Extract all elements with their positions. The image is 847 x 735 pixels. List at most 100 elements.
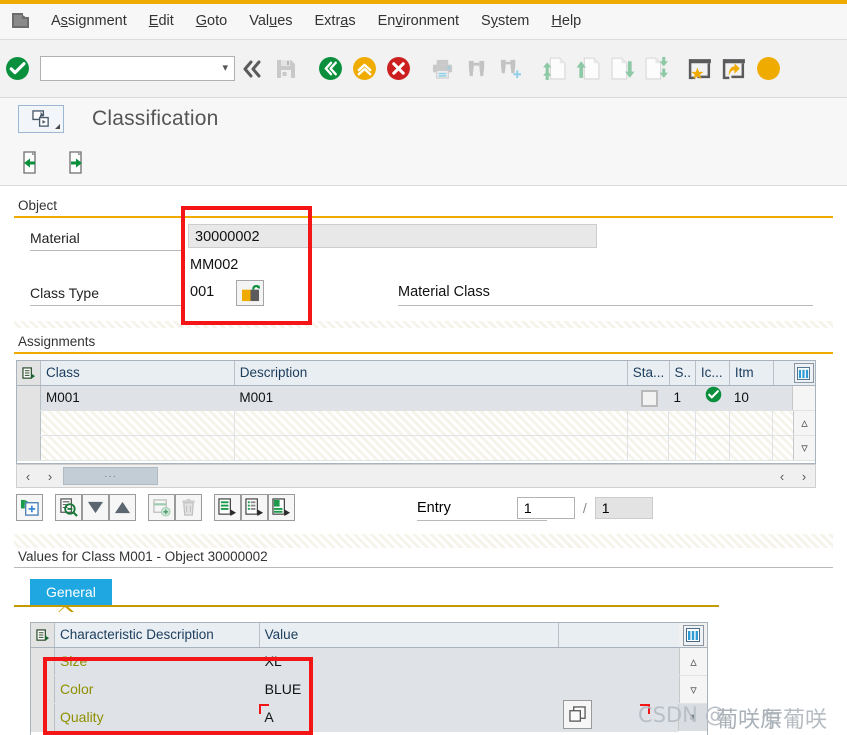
hscroll-page-left-button[interactable]: ‹: [771, 469, 793, 484]
list-detail3-icon[interactable]: [268, 494, 295, 521]
class-type-value[interactable]: 001: [190, 284, 214, 300]
command-field-input[interactable]: [41, 58, 206, 79]
values-cell-characteristic[interactable]: Color: [55, 676, 260, 703]
material-input[interactable]: 30000002: [188, 224, 597, 248]
collapse-left-icon[interactable]: [237, 54, 267, 84]
table-row[interactable]: Size XL ▵: [31, 648, 707, 676]
values-scroll-up-button[interactable]: ▵: [679, 648, 707, 675]
assignments-row-selector[interactable]: [17, 436, 41, 460]
cancel-icon[interactable]: [383, 54, 413, 84]
values-row-selector[interactable]: [31, 648, 55, 675]
values-select-all-icon[interactable]: [31, 623, 55, 647]
command-field[interactable]: ▾: [40, 56, 235, 81]
material-description: MM002: [190, 257, 239, 273]
assignments-col-itm[interactable]: Itm: [730, 361, 774, 385]
previous-page-icon[interactable]: [573, 54, 603, 84]
menu-edit[interactable]: Edit: [138, 4, 185, 39]
assignments-cell-status[interactable]: [626, 386, 669, 410]
expand-value-icon[interactable]: [563, 700, 592, 729]
hscroll-left-button[interactable]: ‹: [17, 469, 39, 484]
assignments-cell-class[interactable]: M001: [41, 386, 235, 410]
table-row[interactable]: M001 M001 1 10: [17, 386, 815, 411]
values-cell-value[interactable]: XL: [259, 648, 560, 675]
values-col-value[interactable]: Value: [260, 623, 560, 647]
assignments-cell-description[interactable]: M001: [234, 386, 627, 410]
entry-current-input[interactable]: 1: [516, 496, 575, 519]
menu-assignment[interactable]: Assignment: [40, 4, 138, 39]
values-cell-characteristic[interactable]: Size: [55, 648, 260, 675]
find-next-icon[interactable]: [495, 54, 525, 84]
application-toolbar: [0, 140, 847, 186]
values-tabstrip-divider: [14, 605, 719, 607]
create-shortcut-icon[interactable]: [719, 54, 749, 84]
chevron-down-icon[interactable]: ▾: [222, 61, 228, 74]
find-icon[interactable]: [461, 54, 491, 84]
insert-row-icon[interactable]: [148, 494, 175, 521]
last-page-icon[interactable]: [641, 54, 671, 84]
assignments-col-description[interactable]: Description: [235, 361, 628, 385]
assignments-row-selector[interactable]: [17, 411, 41, 435]
next-object-icon[interactable]: [60, 148, 90, 178]
table-row-empty[interactable]: ▿: [17, 436, 815, 461]
find-in-class-icon[interactable]: [55, 494, 82, 521]
save-icon[interactable]: [271, 54, 301, 84]
menu-help[interactable]: Help: [540, 4, 592, 39]
list-detail2-icon[interactable]: [241, 494, 268, 521]
hscroll-thumb[interactable]: ···: [63, 467, 158, 485]
values-scroll-down-button[interactable]: ▿: [679, 676, 707, 703]
values-cell-characteristic[interactable]: Quality: [55, 704, 260, 732]
object-group-label: Object: [18, 198, 58, 213]
list-detail1-icon[interactable]: [214, 494, 241, 521]
table-row[interactable]: Color BLUE ▿: [31, 676, 707, 704]
print-icon[interactable]: [427, 54, 457, 84]
menu-extras[interactable]: Extras: [304, 4, 367, 39]
menu-environment[interactable]: Environment: [367, 4, 470, 39]
table-row-empty[interactable]: ▵: [17, 411, 815, 436]
assignments-col-ic[interactable]: Ic...: [696, 361, 730, 385]
table-row[interactable]: Quality A ■: [31, 704, 707, 732]
enter-check-icon[interactable]: [2, 54, 32, 84]
lock-unlock-icon[interactable]: [236, 280, 264, 306]
previous-object-icon[interactable]: [16, 148, 46, 178]
menu-goto[interactable]: Goto: [185, 4, 238, 39]
table-settings-icon[interactable]: [793, 361, 815, 385]
help-icon[interactable]: [753, 54, 783, 84]
assignments-col-s[interactable]: S..: [670, 361, 696, 385]
assignments-scroll-down-button[interactable]: ▿: [793, 436, 815, 460]
menu-system[interactable]: System: [470, 4, 540, 39]
transaction-menu-button[interactable]: [18, 105, 64, 133]
values-row-selector[interactable]: [31, 676, 55, 703]
hscroll-right-button[interactable]: ›: [39, 469, 61, 484]
sort-descending-icon[interactable]: [82, 494, 109, 521]
assign-new-class-icon[interactable]: [16, 494, 43, 521]
sort-ascending-icon[interactable]: [109, 494, 136, 521]
values-cell-value[interactable]: BLUE: [259, 676, 560, 703]
menu-values[interactable]: Values: [238, 4, 303, 39]
values-col-characteristic[interactable]: Characteristic Description: [55, 623, 260, 647]
assignments-group-label: Assignments: [18, 334, 96, 349]
window-menu-icon[interactable]: [8, 11, 34, 33]
assignments-cell-s[interactable]: 1: [668, 386, 695, 410]
create-favorite-icon[interactable]: [685, 54, 715, 84]
values-scroll-thumb[interactable]: ■: [678, 704, 707, 731]
assignments-hscrollbar[interactable]: ‹ › ··· ‹ ›: [16, 464, 816, 488]
tab-general[interactable]: General: [30, 579, 112, 605]
status-checkbox-icon[interactable]: [641, 389, 659, 407]
assignments-row-selector[interactable]: [17, 386, 41, 410]
assignments-select-all-icon[interactable]: [17, 361, 41, 385]
assignments-cell-itm[interactable]: 10: [728, 386, 773, 410]
assignments-scroll-up-button[interactable]: ▵: [793, 411, 815, 435]
values-cell-value[interactable]: A: [259, 704, 559, 732]
hscroll-page-right-button[interactable]: ›: [793, 469, 815, 484]
next-page-icon[interactable]: [607, 54, 637, 84]
assignments-cell-ic[interactable]: [694, 386, 729, 410]
delete-row-icon[interactable]: [175, 494, 202, 521]
first-page-icon[interactable]: [539, 54, 569, 84]
exit-icon[interactable]: [349, 54, 379, 84]
values-row-selector[interactable]: [31, 704, 55, 732]
values-table-settings-icon[interactable]: [679, 623, 707, 647]
assignments-col-status[interactable]: Sta...: [628, 361, 670, 385]
entry-label-underline: [417, 519, 547, 521]
assignments-col-class[interactable]: Class: [41, 361, 235, 385]
back-icon[interactable]: [315, 54, 345, 84]
